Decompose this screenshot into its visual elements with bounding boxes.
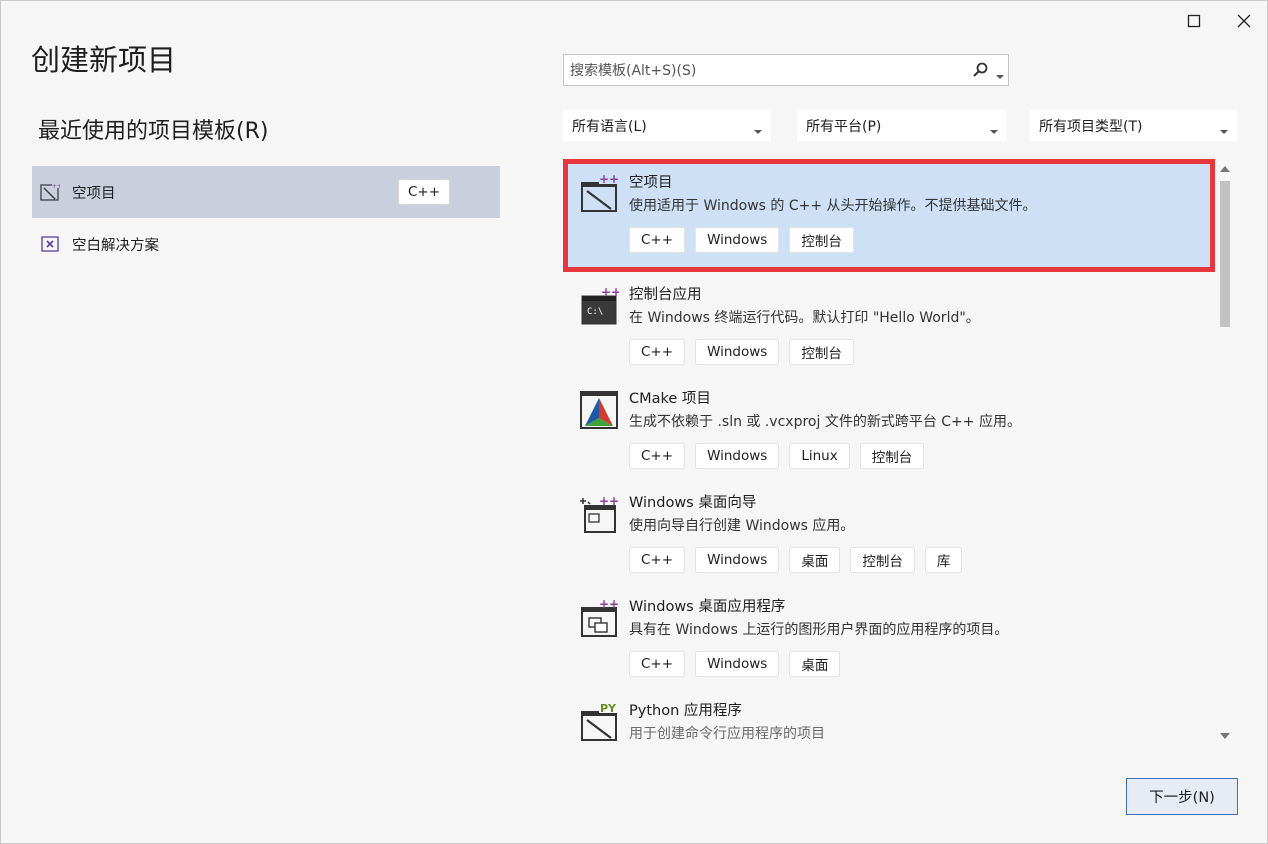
language-filter-label: 所有语言(L): [572, 118, 647, 135]
template-description: 生成不依赖于 .sln 或 .vcxproj 文件的新式跨平台 C++ 应用。: [629, 414, 1021, 430]
template-tag: C++: [629, 339, 686, 365]
template-tag: 桌面: [789, 547, 841, 573]
search-icon[interactable]: [972, 61, 990, 83]
svg-text:C:\: C:\: [587, 307, 603, 317]
scrollbar-thumb[interactable]: [1220, 181, 1230, 327]
console-app-icon: C:\ ++: [581, 286, 619, 325]
template-name: 空项目: [629, 175, 673, 191]
desktop-app-icon: ++: [581, 598, 619, 637]
template-item-cmake-project[interactable]: CMake 项目 生成不依赖于 .sln 或 .vcxproj 文件的新式跨平台…: [563, 376, 1215, 480]
scroll-up-icon: [1220, 166, 1230, 172]
template-description: 具有在 Windows 上运行的图形用户界面的应用程序的项目。: [629, 622, 1009, 638]
template-description: 用于创建命令行应用程序的项目: [629, 726, 825, 742]
recent-item-empty-project[interactable]: ++ 空项目 C++: [32, 166, 500, 218]
template-tags: C++ Windows Linux 控制台: [629, 443, 1215, 469]
template-description: 在 Windows 终端运行代码。默认打印 "Hello World"。: [629, 310, 980, 326]
template-tag: Windows: [695, 227, 780, 253]
template-name: Windows 桌面向导: [629, 495, 757, 511]
template-tag: C++: [629, 227, 686, 253]
template-tags: C++ Windows 桌面: [629, 651, 1215, 677]
chevron-down-icon: [754, 123, 762, 139]
template-tag: 控制台: [789, 227, 854, 253]
svg-text:++: ++: [601, 286, 619, 299]
page-title: 创建新项目: [31, 43, 177, 77]
project-type-filter-label: 所有项目类型(T): [1039, 118, 1143, 135]
chevron-down-icon: [990, 123, 998, 139]
template-item-python-app[interactable]: PY Python 应用程序 用于创建命令行应用程序的项目: [563, 688, 1215, 749]
scroll-down-icon: [1220, 733, 1230, 739]
template-name: Windows 桌面应用程序: [629, 599, 786, 615]
close-button[interactable]: [1230, 7, 1258, 35]
language-tag: C++: [398, 179, 450, 205]
close-icon: [1237, 14, 1251, 28]
search-dropdown-icon[interactable]: [996, 68, 1004, 84]
platform-filter-label: 所有平台(P): [806, 118, 882, 135]
template-tags: C++ Windows 控制台: [629, 339, 1215, 365]
template-tags: C++ Windows 桌面 控制台 库: [629, 547, 1215, 573]
recent-templates-title: 最近使用的项目模板(R): [38, 119, 269, 144]
dialog-window: 创建新项目 最近使用的项目模板(R) ++ 空项目 C++ 空白解决方案 搜索模…: [0, 0, 1268, 844]
search-placeholder: 搜索模板(Alt+S)(S): [570, 63, 697, 79]
svg-text:++: ++: [599, 598, 619, 611]
template-tag: Windows: [695, 651, 780, 677]
maximize-button[interactable]: [1180, 7, 1208, 35]
empty-project-icon: ++: [581, 173, 619, 212]
desktop-wizard-icon: ++: [580, 494, 619, 533]
template-item-windows-desktop-app[interactable]: ++ Windows 桌面应用程序 具有在 Windows 上运行的图形用户界面…: [563, 584, 1215, 688]
empty-project-icon: ++: [40, 182, 62, 202]
language-filter-dropdown[interactable]: 所有语言(L): [563, 110, 771, 141]
template-tags: C++ Windows 控制台: [629, 227, 1210, 253]
recent-item-label: 空白解决方案: [72, 237, 159, 254]
recent-item-blank-solution[interactable]: 空白解决方案: [32, 218, 500, 270]
template-tag: Windows: [695, 339, 780, 365]
template-tag: Windows: [695, 547, 780, 573]
search-input[interactable]: 搜索模板(Alt+S)(S): [563, 54, 1009, 86]
template-tag: 控制台: [859, 443, 925, 469]
template-item-windows-desktop-wizard[interactable]: ++ Windows 桌面向导 使用向导自行创建 Windows 应用。 C++…: [563, 480, 1215, 584]
template-description: 使用适用于 Windows 的 C++ 从头开始操作。不提供基础文件。: [629, 198, 1037, 214]
template-tag: C++: [629, 651, 686, 677]
template-item-console-app[interactable]: C:\ ++ 控制台应用 在 Windows 终端运行代码。默认打印 "Hell…: [563, 272, 1215, 376]
template-list-scrollbar[interactable]: [1216, 161, 1234, 747]
python-app-icon: PY: [581, 702, 617, 741]
template-tag: 控制台: [789, 339, 854, 365]
template-name: Python 应用程序: [629, 703, 742, 719]
template-tag: Linux: [789, 443, 850, 469]
vs-solution-icon: [40, 234, 62, 254]
svg-text:++: ++: [52, 183, 60, 190]
project-type-filter-dropdown[interactable]: 所有项目类型(T): [1030, 110, 1237, 141]
template-list: ++ 空项目 使用适用于 Windows 的 C++ 从头开始操作。不提供基础文…: [563, 159, 1215, 749]
template-tag: 桌面: [789, 651, 841, 677]
template-tag: Windows: [695, 443, 780, 469]
template-description: 使用向导自行创建 Windows 应用。: [629, 518, 855, 534]
maximize-icon: [1187, 14, 1201, 28]
platform-filter-dropdown[interactable]: 所有平台(P): [797, 110, 1007, 141]
chevron-down-icon: [1220, 123, 1228, 139]
recent-item-label: 空项目: [72, 185, 116, 202]
svg-text:++: ++: [599, 494, 619, 508]
template-name: 控制台应用: [629, 287, 702, 303]
svg-text:PY: PY: [600, 702, 617, 715]
next-button[interactable]: 下一步(N): [1126, 778, 1238, 815]
template-tag: 库: [924, 547, 963, 573]
svg-text:++: ++: [599, 173, 619, 186]
cmake-icon: [580, 391, 618, 429]
template-item-empty-project[interactable]: ++ 空项目 使用适用于 Windows 的 C++ 从头开始操作。不提供基础文…: [563, 159, 1215, 272]
recent-templates-list: ++ 空项目 C++ 空白解决方案: [32, 166, 500, 270]
template-tag: C++: [629, 443, 686, 469]
template-tag: C++: [629, 547, 686, 573]
template-name: CMake 项目: [629, 391, 711, 407]
template-tag: 控制台: [850, 547, 915, 573]
